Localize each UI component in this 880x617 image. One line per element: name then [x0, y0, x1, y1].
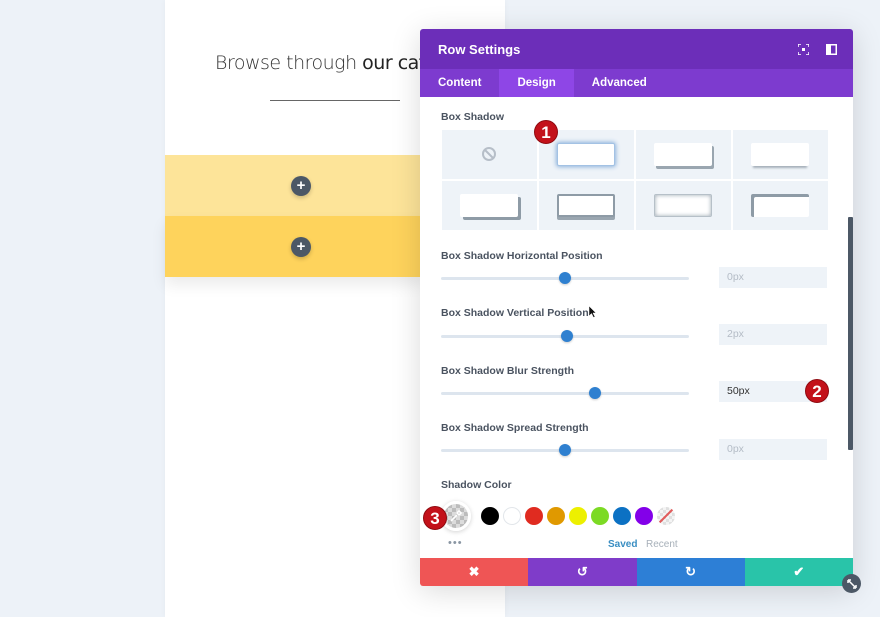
swatch-purple[interactable]: [635, 507, 653, 525]
swatch-transparent[interactable]: [657, 507, 675, 525]
row-2[interactable]: +: [165, 216, 425, 277]
preset-5[interactable]: [539, 181, 634, 230]
row-1[interactable]: +: [165, 155, 425, 216]
preset-none[interactable]: [442, 130, 537, 179]
preset-7[interactable]: [733, 181, 828, 230]
divider: [270, 100, 400, 101]
resize-handle[interactable]: [842, 574, 861, 593]
swatch-green[interactable]: [591, 507, 609, 525]
color-swatches: [441, 501, 679, 531]
spread-strength-input[interactable]: 0px: [719, 439, 827, 460]
mouse-cursor-icon: [589, 306, 597, 318]
slider-knob[interactable]: [559, 272, 571, 284]
check-icon: ✔: [793, 564, 805, 579]
slider-knob[interactable]: [561, 330, 574, 342]
split-view-icon[interactable]: [817, 35, 845, 63]
focus-mode-icon[interactable]: [789, 35, 817, 63]
swatch-orange[interactable]: [547, 507, 565, 525]
no-shadow-icon: [482, 147, 496, 161]
preset-preview: [654, 194, 712, 217]
add-module-button[interactable]: +: [291, 237, 311, 257]
preset-6[interactable]: [636, 181, 731, 230]
vertical-position-label: Box Shadow Vertical Position: [441, 307, 589, 319]
preset-preview: [751, 143, 809, 166]
vertical-position-input[interactable]: 2px: [719, 324, 827, 345]
spread-strength-label: Box Shadow Spread Strength: [441, 422, 589, 434]
redo-icon: ↻: [685, 564, 697, 579]
preset-3[interactable]: [733, 130, 828, 179]
swatch-yellow[interactable]: [569, 507, 587, 525]
tab-advanced[interactable]: Advanced: [574, 69, 665, 97]
redo-button[interactable]: ↻: [636, 558, 745, 586]
row-settings-modal: Row Settings Content Design Advanced Box…: [420, 29, 853, 586]
more-options-button[interactable]: •••: [448, 537, 463, 549]
add-module-button[interactable]: +: [291, 176, 311, 196]
modal-title: Row Settings: [438, 41, 521, 57]
tab-design[interactable]: Design: [499, 69, 574, 97]
box-shadow-label: Box Shadow: [441, 111, 505, 123]
headline-light: Browse through: [215, 52, 363, 74]
shadow-color-label: Shadow Color: [441, 479, 512, 491]
undo-button[interactable]: ↺: [528, 558, 637, 586]
annotation-badge-3: 3: [423, 506, 447, 530]
annotation-badge-2: 2: [805, 379, 829, 403]
slider-knob[interactable]: [588, 387, 601, 399]
vertical-position-slider[interactable]: [441, 330, 689, 342]
preset-2[interactable]: [636, 130, 731, 179]
recent-colors-tab[interactable]: Recent: [646, 539, 678, 550]
swatch-black[interactable]: [481, 507, 499, 525]
preset-4[interactable]: [442, 181, 537, 230]
horizontal-position-input[interactable]: 0px: [719, 267, 827, 288]
scrollbar[interactable]: [848, 217, 853, 450]
close-icon: ✖: [468, 564, 480, 579]
saved-colors-tab[interactable]: Saved: [608, 539, 637, 550]
blur-strength-label: Box Shadow Blur Strength: [441, 365, 575, 377]
swatch-blue[interactable]: [613, 507, 631, 525]
slider-knob[interactable]: [559, 444, 571, 456]
resize-icon: [846, 578, 857, 589]
swatch-white[interactable]: [503, 507, 521, 525]
modal-footer: ✖ ↺ ↻ ✔: [420, 558, 853, 586]
preset-preview: [751, 194, 809, 217]
swatch-red[interactable]: [525, 507, 543, 525]
spread-strength-slider[interactable]: [441, 444, 689, 456]
eyedropper-icon: [450, 510, 462, 522]
tab-content[interactable]: Content: [420, 69, 499, 97]
horizontal-position-label: Box Shadow Horizontal Position: [441, 250, 603, 262]
preset-preview: [557, 194, 615, 217]
undo-icon: ↺: [576, 564, 588, 579]
preset-preview: [654, 143, 712, 166]
box-shadow-presets: [442, 130, 828, 230]
blur-strength-slider[interactable]: [441, 387, 689, 399]
modal-header[interactable]: Row Settings: [420, 29, 853, 69]
annotation-badge-1: 1: [534, 120, 558, 144]
preset-preview: [460, 194, 518, 217]
settings-body: Box Shadow Box Shadow Horizontal Positio…: [420, 97, 853, 558]
horizontal-position-slider[interactable]: [441, 272, 689, 284]
save-button[interactable]: ✔: [744, 558, 853, 586]
preset-preview: [557, 143, 615, 166]
headline: Browse through our catalo: [215, 52, 453, 74]
cancel-button[interactable]: ✖: [420, 558, 529, 586]
tab-bar: Content Design Advanced: [420, 69, 853, 97]
